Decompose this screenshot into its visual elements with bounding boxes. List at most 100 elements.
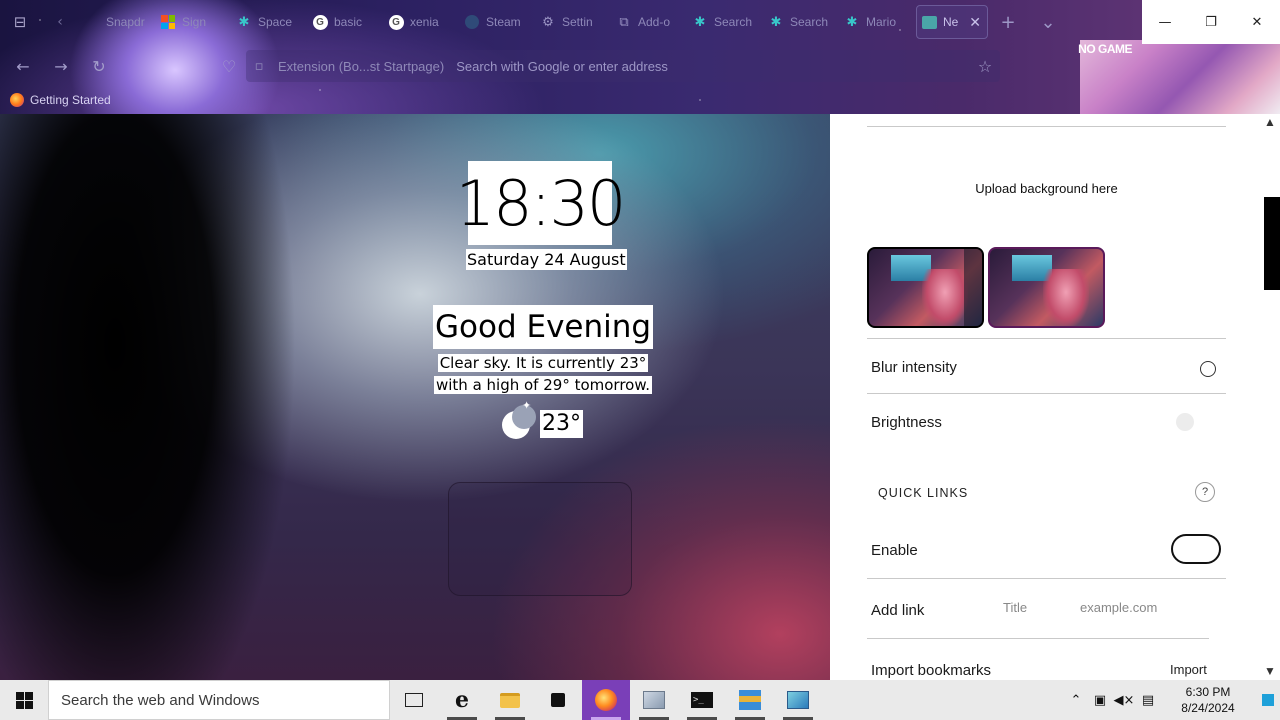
taskbar-time: 6:30 PM (1185, 685, 1231, 699)
tab-xenia[interactable]: G xenia (384, 5, 460, 39)
clock-time: 18:30 (456, 161, 626, 245)
tab-mario[interactable]: ✱ Mario (840, 5, 916, 39)
microsoft-icon (160, 14, 176, 30)
taskbar-firefox[interactable] (582, 680, 630, 720)
tab-search-2[interactable]: ✱ Search (764, 5, 840, 39)
taskbar-app-screen[interactable] (774, 680, 822, 720)
quick-links-help-button[interactable]: ? (1195, 482, 1215, 502)
scrollbar-thumb[interactable] (1264, 197, 1280, 290)
folder-icon (500, 692, 520, 708)
tab-scroll-left-button[interactable]: ‹ (40, 0, 80, 44)
link-url-input[interactable] (1080, 600, 1210, 615)
task-view-button[interactable] (390, 680, 438, 720)
divider (867, 338, 1226, 339)
tab-settings[interactable]: ⚙ Settin (536, 5, 612, 39)
theme-logo: NO GAME (1078, 42, 1132, 56)
brightness-label: Brightness (871, 414, 942, 431)
tab-title: basic (334, 15, 363, 29)
tab-title: Search (790, 15, 829, 29)
close-button[interactable]: ✕ (1234, 0, 1280, 44)
star-icon: ✱ (694, 14, 706, 29)
url-bar[interactable]: ▫ Extension (Bo...st Startpage) ☆ (246, 50, 1000, 82)
taskbar-terminal[interactable]: >_ (678, 680, 726, 720)
tray-action-center-button[interactable]: ▤ (1136, 680, 1160, 720)
app-blue-icon (739, 690, 761, 710)
tab-steam[interactable]: Steam (460, 5, 536, 39)
minimize-button[interactable]: — (1142, 0, 1188, 44)
close-tab-icon[interactable]: ✕ (969, 14, 981, 31)
link-title-input[interactable] (1003, 600, 1069, 615)
scroll-up-arrow[interactable]: ▲ (1264, 115, 1276, 129)
blur-intensity-slider[interactable] (1200, 361, 1216, 377)
google-icon: G (388, 14, 404, 30)
task-view-icon (405, 693, 423, 707)
tab-title: Sign (182, 15, 207, 29)
tab-bar: ⊟ ‹ Snapdr Sign ✱ Space G basic G xenia (0, 0, 1142, 44)
show-desktop-button[interactable] (1256, 680, 1280, 720)
firefox-icon (595, 689, 617, 711)
chevron-down-icon: ⌄ (1040, 11, 1056, 33)
close-icon: ✕ (1251, 14, 1263, 30)
tab-new-tab-active[interactable]: Ne ✕ (916, 5, 988, 39)
terminal-icon: >_ (691, 692, 713, 708)
tray-overflow-button[interactable]: ⌃ (1064, 680, 1088, 720)
upload-background-button[interactable]: Upload background here (867, 181, 1226, 196)
add-link-label: Add link (871, 602, 925, 619)
weather-description: Clear sky. It is currently 23° with a hi… (432, 352, 654, 396)
divider (867, 638, 1209, 639)
edge-icon: e (455, 687, 469, 713)
tab-basic[interactable]: G basic (308, 5, 384, 39)
restore-button[interactable]: ❐ (1188, 0, 1234, 44)
tab-search-1[interactable]: ✱ Search (688, 5, 764, 39)
taskbar-app-window[interactable] (630, 680, 678, 720)
tab-overflow-button[interactable]: ⌄ (1028, 0, 1068, 44)
tab-space[interactable]: ✱ Space (232, 5, 308, 39)
window-controls: — ❐ ✕ (1142, 0, 1280, 44)
blur-intensity-label: Blur intensity (871, 359, 957, 376)
tab-title: xenia (410, 15, 439, 29)
star-icon: ✱ (770, 14, 782, 29)
app-window-icon (643, 691, 665, 709)
taskbar-search[interactable]: Search the web and Windows (48, 680, 390, 720)
scroll-down-arrow[interactable]: ▼ (1264, 664, 1276, 678)
taskbar-edge[interactable]: e (438, 680, 486, 720)
new-tab-button[interactable]: + (988, 0, 1028, 44)
tab-title: Space (258, 15, 293, 29)
taskbar-app-blue[interactable] (726, 680, 774, 720)
weather-line-1: Clear sky. It is currently 23° (437, 354, 649, 372)
search-box[interactable] (448, 482, 632, 596)
plus-icon: + (1000, 11, 1016, 33)
tab-title: Settin (562, 15, 593, 29)
volume-muted-icon: ◀× (1113, 692, 1135, 708)
background-thumbnail-1[interactable] (867, 247, 984, 328)
reload-button[interactable]: ↻ (80, 48, 118, 84)
tray-volume-button[interactable]: ◀× (1112, 680, 1136, 720)
brightness-slider[interactable] (1176, 413, 1194, 431)
background-thumbnail-2[interactable] (988, 247, 1105, 328)
puzzle-icon: ⧉ (619, 14, 629, 29)
list-all-tabs-button[interactable]: ⊟ (0, 0, 40, 44)
bookmark-star-icon[interactable]: ☆ (970, 57, 1000, 76)
quick-links-toggle[interactable] (1171, 534, 1221, 564)
taskbar-store[interactable] (534, 680, 582, 720)
google-icon: G (312, 14, 328, 30)
tab-snapdr[interactable]: Snapdr (80, 5, 156, 39)
tab-list-icon: ⊟ (13, 13, 27, 31)
tray-network-button[interactable]: ▣ (1088, 680, 1112, 720)
pocket-button[interactable]: ♡ (210, 48, 248, 84)
clock-date: Saturday 24 August (466, 249, 627, 270)
tab-sign[interactable]: Sign (156, 5, 232, 39)
taskbar-clock[interactable]: 6:30 PM 8/24/2024 (1160, 684, 1256, 716)
network-icon: ▣ (1093, 692, 1107, 708)
forward-button[interactable]: → (42, 48, 80, 84)
tab-title: Steam (486, 15, 521, 29)
bookmark-getting-started[interactable]: Getting Started (30, 93, 111, 107)
tab-addons[interactable]: ⧉ Add-o (612, 5, 688, 39)
address-input[interactable] (456, 58, 970, 74)
import-bookmarks-button[interactable]: Import (1170, 662, 1207, 677)
taskbar-file-explorer[interactable] (486, 680, 534, 720)
firefox-icon (10, 93, 24, 107)
tab-title: Search (714, 15, 753, 29)
back-button[interactable]: ← (4, 48, 42, 84)
start-button[interactable] (0, 680, 48, 720)
